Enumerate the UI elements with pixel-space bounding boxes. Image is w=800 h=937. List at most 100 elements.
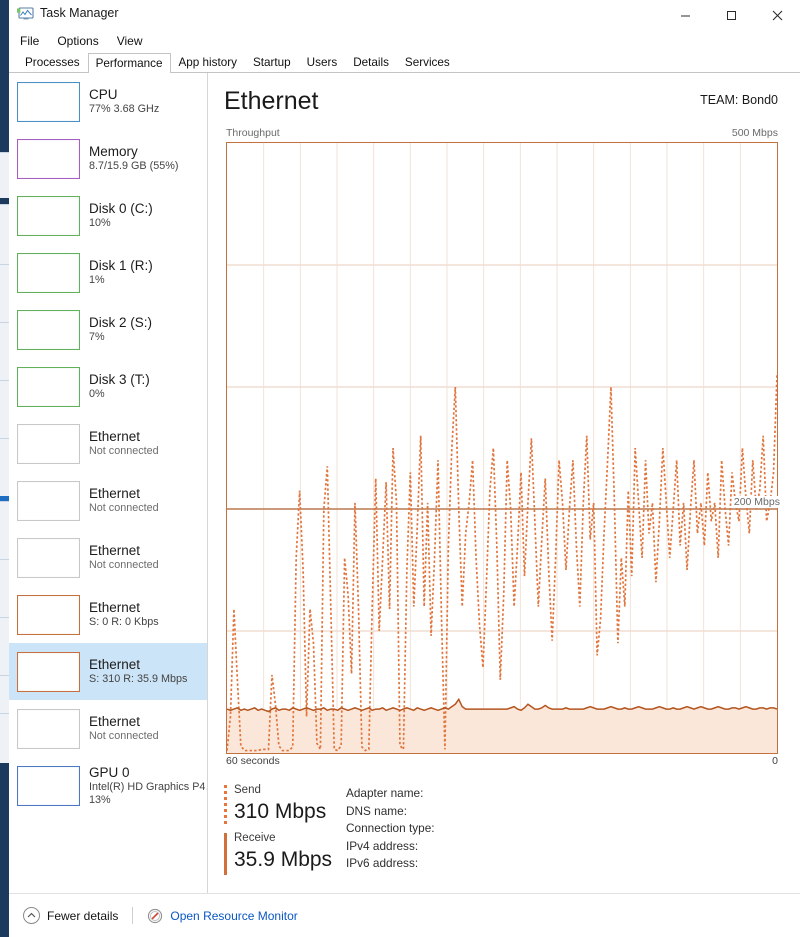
sidebar-item-sublabel: Intel(R) HD Graphics P4…: [89, 780, 207, 793]
receive-label: Receive: [234, 832, 276, 844]
sidebar-item-disk2[interactable]: Disk 2 (S:) 7%: [9, 301, 207, 358]
send-stat: Send 310 Mbps: [224, 783, 334, 827]
close-button[interactable]: [754, 0, 800, 30]
throughput-label: Throughput: [226, 127, 280, 139]
tab-processes[interactable]: Processes: [17, 52, 88, 72]
x-axis-end-label: 0: [772, 755, 778, 767]
tab-services[interactable]: Services: [397, 52, 458, 72]
sidebar-item-net-idle[interactable]: Ethernet S: 0 R: 0 Kbps: [9, 586, 207, 643]
sidebar-item-label: CPU: [89, 87, 118, 102]
menu-view[interactable]: View: [109, 32, 151, 50]
dns-name-row: DNS name:: [346, 803, 407, 818]
panel-header: Ethernet TEAM: Bond0: [224, 85, 786, 127]
sidebar-item-sublabel: S: 310 R: 35.9 Mbps: [89, 673, 188, 685]
sidebar-item-net-active[interactable]: Ethernet S: 310 R: 35.9 Mbps: [9, 643, 207, 700]
sidebar-item-sublabel: Not connected: [89, 445, 159, 457]
sidebar-item-text: Disk 1 (R:) 1%: [89, 258, 153, 287]
sidebar-thumbnail-net-active: [17, 651, 80, 692]
tab-startup[interactable]: Startup: [245, 52, 299, 72]
receive-legend-swatch: [224, 833, 227, 875]
window-title: Task Manager: [40, 6, 119, 20]
sidebar-item-text: Ethernet S: 0 R: 0 Kbps: [89, 600, 159, 629]
adapter-info: Adapter name: DNS name: Connection type:…: [334, 783, 786, 879]
sidebar-item-gpu[interactable]: GPU 0 Intel(R) HD Graphics P4… 13%: [9, 757, 207, 814]
maximize-button[interactable]: [708, 0, 754, 30]
tab-app-history[interactable]: App history: [171, 52, 245, 72]
title-bar[interactable]: Task Manager: [9, 0, 800, 30]
tab-users[interactable]: Users: [299, 52, 346, 72]
open-resource-monitor-label: Open Resource Monitor: [170, 908, 298, 923]
fewer-details-button[interactable]: Fewer details: [23, 907, 118, 924]
sidebar-item-empty[interactable]: Ethernet Not connected: [9, 415, 207, 472]
status-bar: Fewer details Open Resource Monitor: [9, 893, 800, 937]
throughput-graph[interactable]: [226, 142, 778, 754]
sidebar-item-empty[interactable]: Ethernet Not connected: [9, 529, 207, 586]
menu-options[interactable]: Options: [49, 32, 106, 50]
task-manager-window: Task Manager File Options View Processes…: [9, 0, 800, 937]
sidebar-thumbnail-net-idle: [17, 594, 80, 635]
sidebar-item-label: Memory: [89, 144, 138, 159]
sidebar-item-text: Disk 0 (C:) 10%: [89, 201, 153, 230]
sidebar-item-label: Ethernet: [89, 543, 141, 558]
throughput-stats: Send 310 Mbps Receive 35.9 Mbps: [224, 783, 334, 879]
sidebar-item-label: Ethernet: [89, 600, 141, 615]
fewer-details-label: Fewer details: [47, 908, 119, 923]
ipv6-address-row: IPv6 address:: [346, 856, 419, 870]
sidebar-thumbnail-disk3: [17, 366, 80, 407]
sidebar-item-text: CPU 77% 3.68 GHz: [89, 87, 159, 116]
minimize-button[interactable]: [662, 0, 708, 30]
performance-panel: Ethernet TEAM: Bond0 Throughput 500 Mbps…: [208, 73, 800, 893]
sidebar-item-label: Disk 2 (S:): [89, 315, 153, 330]
tab-performance[interactable]: Performance: [87, 53, 171, 73]
midline-label: 200 Mbps: [731, 496, 782, 509]
tab-details[interactable]: Details: [345, 52, 397, 72]
graph-top-axis: Throughput 500 Mbps: [224, 127, 786, 142]
adapter-team-label: TEAM: Bond0: [700, 93, 778, 107]
send-legend-swatch: [224, 785, 227, 827]
sidebar-item-text: Ethernet Not connected: [89, 429, 159, 458]
sidebar-thumbnail-empty: [17, 537, 80, 578]
sidebar-item-text: Memory 8.7/15.9 GB (55%): [89, 144, 178, 173]
menu-bar: File Options View: [9, 30, 800, 52]
sidebar-item-sublabel: S: 0 R: 0 Kbps: [89, 616, 159, 628]
footer-divider: [132, 907, 134, 924]
sidebar-thumbnail-memory: [17, 138, 80, 179]
sidebar-item-sublabel: 8.7/15.9 GB (55%): [89, 160, 179, 172]
sidebar-item-disk3[interactable]: Disk 3 (T:) 0%: [9, 358, 207, 415]
connection-type-row: Connection type:: [346, 821, 435, 835]
open-resource-monitor-link[interactable]: Open Resource Monitor: [147, 908, 298, 924]
sidebar-item-text: Disk 3 (T:) 0%: [89, 372, 150, 401]
sidebar-thumbnail-empty: [17, 480, 80, 521]
sidebar-item-label: Disk 3 (T:): [89, 372, 150, 387]
sidebar-item-sublabel-2: 13%: [89, 793, 111, 806]
sidebar-item-disk0[interactable]: Disk 0 (C:) 10%: [9, 187, 207, 244]
resource-monitor-icon: [148, 908, 163, 923]
sidebar-thumbnail-gpu: [17, 765, 80, 806]
x-axis-start-label: 60 seconds: [226, 755, 280, 767]
sidebar-thumbnail-disk0: [17, 195, 80, 236]
sidebar-thumbnail-empty: [17, 708, 80, 749]
sidebar-item-text: Ethernet Not connected: [89, 543, 159, 572]
sidebar-item-sublabel: Not connected: [89, 730, 159, 742]
receive-stat: Receive 35.9 Mbps: [224, 831, 334, 875]
sidebar-item-disk1[interactable]: Disk 1 (R:) 1%: [9, 244, 207, 301]
resource-sidebar[interactable]: CPU 77% 3.68 GHz Memory 8.7/15.9 GB (55%) D…: [9, 73, 208, 893]
sidebar-item-sublabel: Not connected: [89, 502, 159, 514]
sidebar-item-memory[interactable]: Memory 8.7/15.9 GB (55%): [9, 130, 207, 187]
sidebar-item-empty[interactable]: Ethernet Not connected: [9, 700, 207, 757]
sidebar-item-sublabel: Not connected: [89, 559, 159, 571]
sidebar-item-label: Ethernet: [89, 486, 141, 501]
sidebar-item-sublabel: 7%: [89, 331, 105, 343]
sidebar-item-sublabel: 0%: [89, 388, 105, 400]
sidebar-item-label: Ethernet: [89, 429, 141, 444]
background-window-edge: [0, 0, 9, 937]
menu-file[interactable]: File: [12, 32, 47, 50]
graph-bottom-axis: 60 seconds 0: [224, 754, 786, 771]
sidebar-item-text: Ethernet Not connected: [89, 714, 159, 743]
sidebar-item-empty[interactable]: Ethernet Not connected: [9, 472, 207, 529]
sidebar-thumbnail-disk2: [17, 309, 80, 350]
sidebar-thumbnail-empty: [17, 423, 80, 464]
sidebar-item-text: Disk 2 (S:) 7%: [89, 315, 152, 344]
stats-area: Send 310 Mbps Receive 35.9 Mbps Adapter …: [224, 783, 786, 879]
sidebar-item-cpu[interactable]: CPU 77% 3.68 GHz: [9, 73, 207, 130]
